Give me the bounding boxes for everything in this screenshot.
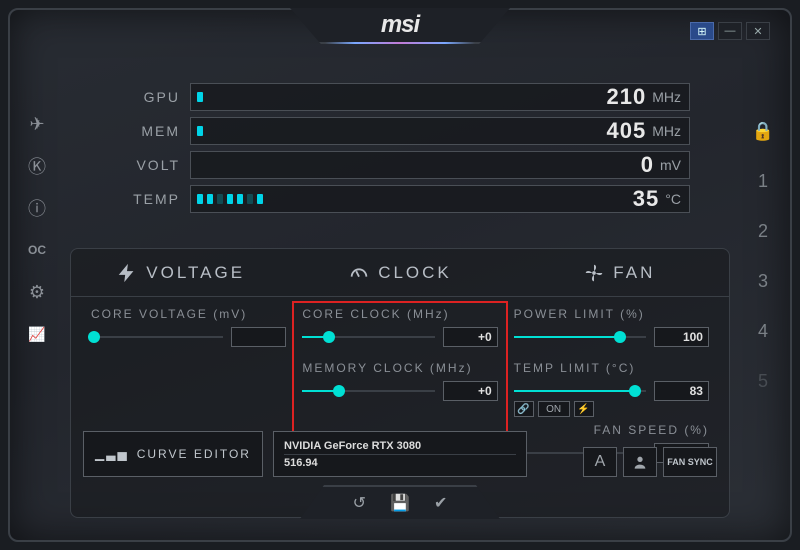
core-clock-value[interactable]: +0 (443, 327, 498, 347)
temp-label: TEMP (110, 191, 180, 207)
info-strip: ▁▃▅ CURVE EDITOR NVIDIA GeForce RTX 3080… (83, 431, 717, 477)
volt-unit: mV (660, 157, 681, 173)
start-menu-button[interactable]: ⊞ (690, 22, 714, 40)
user-icon (632, 454, 648, 470)
main-frame: msi ⊞ — ✕ ✈ Ⓚ ⓘ OC ⚙ 📈 🔒 1 2 3 4 5 GPU 2… (8, 8, 792, 542)
voltage-header: VOLTAGE (71, 262, 290, 284)
gpu-unit: MHz (652, 89, 681, 105)
fan-sync-button[interactable]: FAN SYNC (663, 447, 717, 477)
power-limit-label: POWER LIMIT (%) (514, 307, 709, 321)
volt-value: 0 (641, 152, 654, 178)
close-button[interactable]: ✕ (746, 22, 770, 40)
gpu-info-panel: NVIDIA GeForce RTX 3080 516.94 (273, 431, 527, 477)
lock-icon[interactable]: 🔒 (749, 110, 777, 152)
priority-bolt-icon[interactable]: ⚡ (574, 401, 594, 417)
logo-glow (325, 42, 475, 44)
gpu-bar: 210 MHz (190, 83, 690, 111)
clock-title: CLOCK (378, 263, 452, 283)
volt-bar: 0 mV (190, 151, 690, 179)
power-limit-group: POWER LIMIT (%) 100 (514, 307, 709, 347)
mem-unit: MHz (652, 123, 681, 139)
profile-3-button[interactable]: 3 (749, 260, 777, 302)
gpu-clock-readout: GPU 210 MHz (110, 80, 690, 114)
bottom-action-plate: ↺ 💾 ✔ (300, 485, 500, 519)
oc-scanner-icon[interactable]: OC (23, 236, 51, 264)
core-voltage-group: CORE VOLTAGE (mV) (91, 307, 286, 347)
mem-value: 405 (607, 118, 647, 144)
monitor-readouts: GPU 210 MHz MEM 405 MHz VOLT 0 mV TEMP (110, 80, 690, 216)
kombustor-k-icon[interactable]: Ⓚ (23, 152, 51, 180)
gpu-name: NVIDIA GeForce RTX 3080 (284, 438, 516, 455)
voltage-readout: VOLT 0 mV (110, 148, 690, 182)
link-on-button[interactable]: ON (538, 401, 570, 417)
core-voltage-label: CORE VOLTAGE (mV) (91, 307, 286, 321)
apply-button[interactable]: ✔ (434, 493, 447, 513)
settings-icon[interactable]: ⚙ (23, 278, 51, 306)
right-profile-rail: 🔒 1 2 3 4 5 (746, 110, 780, 402)
core-clock-group: CORE CLOCK (MHz) +0 (302, 307, 497, 347)
core-voltage-value[interactable] (231, 327, 286, 347)
power-limit-value[interactable]: 100 (654, 327, 709, 347)
window-controls: ⊞ — ✕ (690, 22, 770, 40)
power-limit-slider[interactable] (514, 336, 646, 338)
auto-fan-button[interactable]: A (583, 447, 617, 477)
gpu-label: GPU (110, 89, 180, 105)
reset-button[interactable]: ↺ (353, 493, 366, 513)
memory-clock-value[interactable]: +0 (443, 381, 498, 401)
volt-label: VOLT (110, 157, 180, 173)
core-clock-label: CORE CLOCK (MHz) (302, 307, 497, 321)
curve-editor-label: CURVE EDITOR (137, 447, 251, 461)
left-tool-rail: ✈ Ⓚ ⓘ OC ⚙ 📈 (20, 110, 54, 348)
temp-limit-slider[interactable] (514, 390, 646, 392)
clock-header: CLOCK (290, 262, 509, 284)
memory-clock-group: MEMORY CLOCK (MHz) +0 (302, 361, 497, 401)
logo-plate: msi (290, 8, 510, 44)
bolt-icon (116, 262, 138, 284)
temp-readout: TEMP 35 °C (110, 182, 690, 216)
fan-buttons: A FAN SYNC (537, 431, 717, 477)
brand-logo: msi (381, 11, 419, 39)
fan-icon (583, 262, 605, 284)
bars-icon: ▁▃▅ (95, 447, 129, 461)
temp-value: 35 (633, 186, 659, 212)
fan-header: FAN (510, 262, 729, 284)
temp-limit-group: TEMP LIMIT (°C) 83 (514, 361, 709, 401)
gauge-icon (348, 262, 370, 284)
fan-title: FAN (613, 263, 655, 283)
mem-label: MEM (110, 123, 180, 139)
temp-bar: 35 °C (190, 185, 690, 213)
fan-sync-label: FAN SYNC (667, 457, 713, 467)
temp-limit-label: TEMP LIMIT (°C) (514, 361, 709, 375)
profile-4-button[interactable]: 4 (749, 310, 777, 352)
save-button[interactable]: 💾 (390, 493, 410, 513)
temp-unit: °C (665, 191, 681, 207)
link-icon[interactable]: 🔗 (514, 401, 534, 417)
memory-clock-slider[interactable] (302, 390, 434, 392)
core-voltage-slider[interactable] (91, 336, 223, 338)
profile-5-button[interactable]: 5 (749, 360, 777, 402)
mem-clock-readout: MEM 405 MHz (110, 114, 690, 148)
control-panel: VOLTAGE CLOCK FAN CORE VOLTAGE (mV) (70, 248, 730, 518)
link-toggle-row: 🔗 ON ⚡ (514, 401, 709, 417)
kombustor-icon[interactable]: ✈ (23, 110, 51, 138)
hw-monitor-icon[interactable]: 📈 (23, 320, 51, 348)
gpu-value: 210 (607, 84, 647, 110)
info-icon[interactable]: ⓘ (23, 194, 51, 222)
profile-2-button[interactable]: 2 (749, 210, 777, 252)
user-fan-button[interactable] (623, 447, 657, 477)
driver-version: 516.94 (284, 455, 516, 471)
memory-clock-label: MEMORY CLOCK (MHz) (302, 361, 497, 375)
section-headers: VOLTAGE CLOCK FAN (71, 249, 729, 297)
mem-bar: 405 MHz (190, 117, 690, 145)
curve-editor-button[interactable]: ▁▃▅ CURVE EDITOR (83, 431, 263, 477)
minimize-button[interactable]: — (718, 22, 742, 40)
profile-1-button[interactable]: 1 (749, 160, 777, 202)
temp-limit-value[interactable]: 83 (654, 381, 709, 401)
voltage-title: VOLTAGE (146, 263, 245, 283)
core-clock-slider[interactable] (302, 336, 434, 338)
